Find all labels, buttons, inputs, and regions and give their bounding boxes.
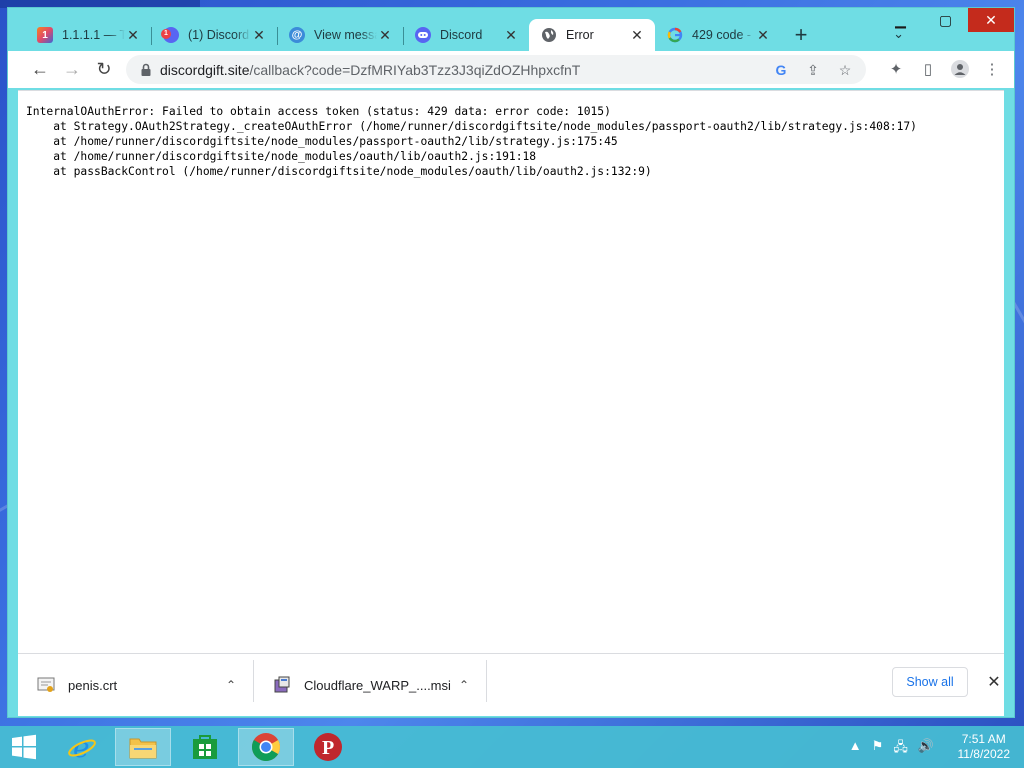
new-tab-button[interactable]: + [783, 19, 819, 51]
error-line: at /home/runner/discordgiftsite/node_mod… [26, 135, 618, 148]
close-icon[interactable]: ✕ [503, 27, 519, 44]
tab-discord-channel[interactable]: 1 (1) Discord | # ✕ [151, 19, 277, 51]
forward-button[interactable]: → [58, 55, 86, 83]
tab-google-search[interactable]: 429 code - Go ✕ [655, 19, 781, 51]
installer-file-icon [274, 676, 290, 693]
close-icon[interactable]: ✕ [251, 27, 267, 44]
reload-button[interactable]: ↻ [90, 55, 118, 83]
close-icon[interactable]: ✕ [125, 27, 141, 44]
url-path: /callback?code=DzfMRIYab3Tzz3J3qiZdOZHhp… [249, 61, 581, 78]
lock-icon[interactable] [138, 62, 154, 78]
clock-time: 7:51 AM [961, 732, 1006, 746]
side-panel-icon[interactable]: ▯ [914, 55, 942, 83]
download-item[interactable]: penis.crt ⌃ [18, 662, 252, 708]
at-sign-icon: @ [289, 27, 305, 43]
profile-avatar-icon[interactable] [946, 55, 974, 83]
cloudflare-1111-icon: 1 [37, 27, 53, 43]
download-filename: Cloudflare_WARP_....msi [304, 677, 451, 693]
google-translate-icon[interactable]: G [768, 58, 794, 82]
page-content: InternalOAuthError: Failed to obtain acc… [18, 90, 1004, 654]
close-window-button[interactable]: ✕ [968, 8, 1014, 32]
globe-icon [541, 27, 557, 43]
bookmark-star-icon[interactable]: ☆ [832, 58, 858, 82]
tab-title: Discord [440, 28, 483, 42]
clock[interactable]: 7:51 AM 11/8/2022 [958, 732, 1011, 762]
error-stack-trace: InternalOAuthError: Failed to obtain acc… [26, 104, 917, 179]
address-bar[interactable]: discordgift.site/callback?code=DzfMRIYab… [126, 55, 866, 84]
clock-date: 11/8/2022 [957, 747, 1011, 761]
error-line: at /home/runner/discordgiftsite/node_mod… [26, 150, 537, 163]
discord-notification-icon: 1 [161, 27, 179, 43]
action-center-flag-icon[interactable]: ⚑ [872, 738, 884, 760]
tab-title: View message [314, 28, 377, 42]
volume-icon[interactable]: 🔊 [918, 738, 934, 760]
error-line: InternalOAuthError: Failed to obtain acc… [26, 105, 611, 118]
chevron-up-icon[interactable]: ⌃ [221, 675, 241, 695]
back-button[interactable]: ← [26, 55, 54, 83]
tab-1111[interactable]: 1 1.1.1.1 — The ✕ [25, 19, 151, 51]
extensions-puzzle-icon[interactable]: ✦ [882, 55, 910, 83]
store-icon[interactable] [177, 728, 233, 766]
url-text[interactable]: discordgift.site/callback?code=DzfMRIYab… [160, 62, 580, 78]
start-button[interactable] [0, 728, 48, 766]
google-icon [667, 27, 683, 43]
tab-title: 1.1.1.1 — The [62, 28, 125, 42]
svg-text:P: P [322, 737, 334, 759]
maximize-button[interactable]: ▢ [923, 8, 968, 32]
close-icon[interactable]: ✕ [755, 27, 771, 44]
chrome-icon[interactable] [238, 728, 294, 766]
tab-view-message[interactable]: @ View message ✕ [277, 19, 403, 51]
browser-window: 1 1.1.1.1 — The ✕ 1 (1) Discord | # ✕ @ … [8, 8, 1014, 717]
show-hidden-icons-icon[interactable]: ▲ [849, 738, 862, 760]
error-line: at passBackControl (/home/runner/discord… [26, 165, 652, 178]
window-controls: ▁ ▢ ✕ [878, 8, 1014, 36]
tab-title: (1) Discord | # [188, 28, 251, 42]
tab-strip: 1 1.1.1.1 — The ✕ 1 (1) Discord | # ✕ @ … [25, 19, 819, 51]
file-explorer-icon[interactable] [115, 728, 171, 766]
menu-kebab-icon[interactable]: ⋮ [978, 55, 1006, 83]
minimize-button[interactable]: ▁ [878, 8, 923, 32]
tab-discord[interactable]: Discord ✕ [403, 19, 529, 51]
tab-title: 429 code - Go [692, 28, 755, 42]
download-item[interactable]: Cloudflare_WARP_....msi ⌃ [254, 662, 486, 708]
browser-toolbar: ← → ↻ discordgift.site/callback?code=Dzf… [8, 51, 1014, 88]
url-host: discordgift.site [160, 61, 250, 78]
close-icon[interactable]: ✕ [982, 670, 1006, 694]
discord-icon [415, 27, 431, 43]
extensions-area: ✦ ▯ ⋮ [882, 55, 1006, 83]
system-tray: ▲ ⚑ 🖧 🔊 [849, 738, 934, 760]
close-icon[interactable]: ✕ [377, 27, 393, 44]
divider [486, 660, 487, 702]
internet-explorer-icon[interactable]: e [54, 728, 110, 766]
taskbar: e P ▲ ⚑ 🖧 🔊 7:51 AM 11/8/2022 [0, 726, 1024, 768]
network-icon[interactable]: 🖧 [893, 738, 908, 760]
share-icon[interactable]: ⇪ [800, 58, 826, 82]
tab-title: Error [566, 28, 594, 42]
certificate-file-icon [37, 677, 55, 692]
show-all-button[interactable]: Show all [892, 667, 968, 697]
wallpaper [0, 0, 200, 8]
download-filename: penis.crt [68, 677, 118, 693]
omnibox-actions: G ⇪ ☆ [768, 58, 858, 82]
tab-error[interactable]: Error ✕ [529, 19, 655, 51]
error-line: at Strategy.OAuth2Strategy._createOAuthE… [26, 120, 917, 133]
psiphon-icon[interactable]: P [300, 728, 356, 766]
download-shelf: penis.crt ⌃ Cloudflare_WARP_....msi ⌃ Sh… [18, 653, 1004, 716]
close-icon[interactable]: ✕ [629, 27, 645, 44]
chevron-up-icon[interactable]: ⌃ [454, 675, 474, 695]
